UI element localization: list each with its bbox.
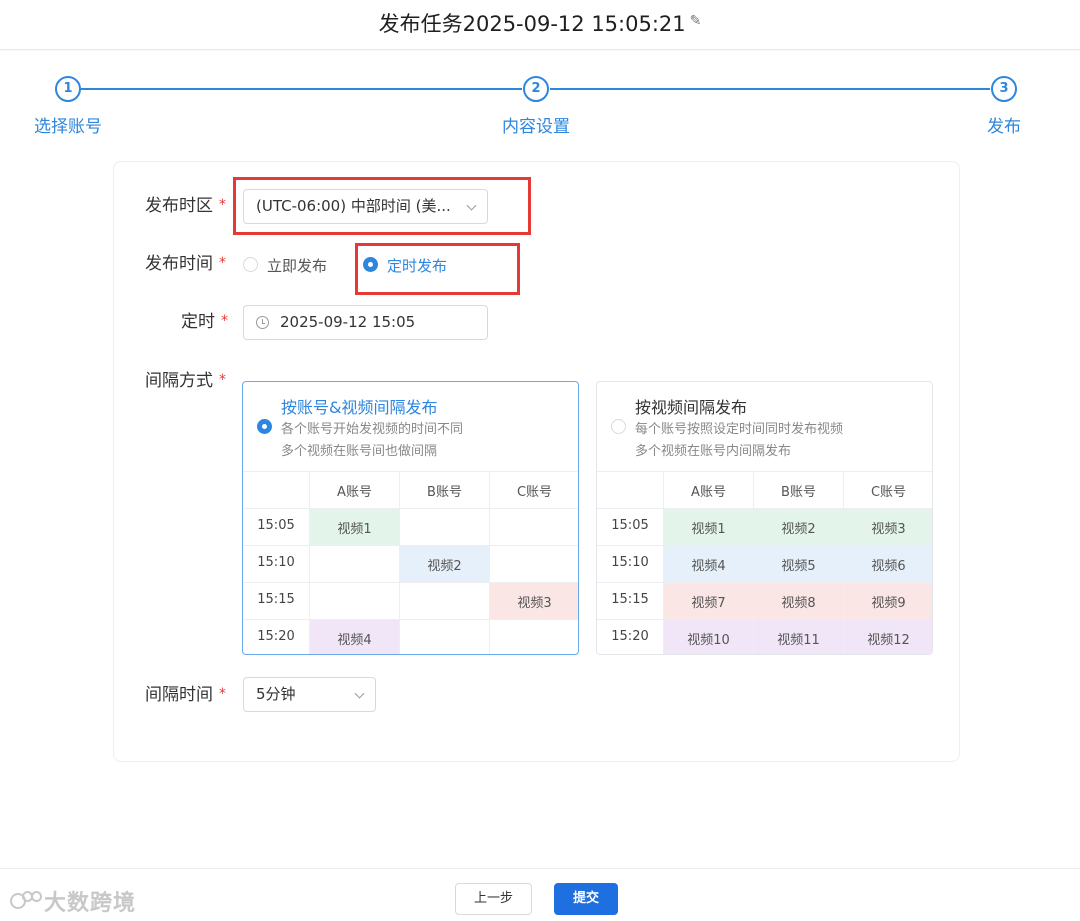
option-title: 按视频间隔发布 (635, 398, 748, 417)
table-row: 15:10 视频2 (243, 545, 578, 583)
watermark: 大数跨境 (10, 885, 136, 917)
interval-time-label: 间隔时间 * (145, 685, 226, 705)
option-desc: 每个账号按照设定时间同时发布视频 (635, 422, 844, 437)
radio-immediate-label[interactable]: 立即发布 (267, 255, 327, 276)
step-indicator: 1 2 3 选择账号 内容设置 发布 (0, 74, 1080, 144)
table-row: 15:05 视频1 (243, 508, 578, 546)
table-row: 15:20 视频10 视频11 视频12 (597, 619, 932, 654)
schedule-label: 定时 * (181, 312, 228, 332)
option-desc: 多个视频在账号内间隔发布 (635, 444, 792, 459)
watermark-logo-icon (10, 891, 44, 913)
table-row: 15:20 视频4 (243, 619, 578, 654)
step-2-label: 内容设置 (502, 117, 570, 137)
interval-time-select[interactable]: 5分钟 (243, 677, 376, 712)
interval-option-video[interactable]: 按视频间隔发布 每个账号按照设定时间同时发布视频 多个视频在账号内间隔发布 A账… (596, 381, 933, 655)
highlight-box-scheduled (355, 243, 520, 295)
table-row: 15:15 视频3 (243, 582, 578, 620)
step-3-label: 发布 (987, 117, 1021, 137)
option-radio[interactable] (611, 419, 626, 434)
step-1-circle: 1 (55, 76, 81, 102)
option-desc: 多个视频在账号间也做间隔 (281, 444, 438, 459)
option-title: 按账号&视频间隔发布 (281, 398, 438, 417)
schedule-example-table: A账号 B账号 C账号 15:05 视频1 视频2 视频3 15:10 视频4 … (597, 471, 932, 654)
publish-time-label: 发布时间 * (145, 254, 226, 274)
table-row: 15:05 视频1 视频2 视频3 (597, 508, 932, 546)
table-header-row: A账号 B账号 C账号 (243, 471, 578, 509)
schedule-example-table: A账号 B账号 C账号 15:05 视频1 15:10 视频2 15:15 视频… (243, 471, 578, 654)
footer-bar: 上一步 提交 (0, 868, 1080, 921)
step-1-label: 选择账号 (34, 117, 102, 137)
table-row: 15:15 视频7 视频8 视频9 (597, 582, 932, 620)
timezone-label: 发布时区 * (145, 196, 226, 216)
task-title-text: 发布任务2025-09-12 15:05:21 (378, 12, 686, 36)
interval-option-account-video[interactable]: 按账号&视频间隔发布 各个账号开始发视频的时间不同 多个视频在账号间也做间隔 A… (242, 381, 579, 655)
page-title: 发布任务2025-09-12 15:05:21 ✎ (0, 8, 1080, 38)
step-connector (81, 88, 522, 90)
table-row: 15:10 视频4 视频5 视频6 (597, 545, 932, 583)
schedule-value: 2025-09-12 15:05 (280, 313, 416, 331)
page-header: 发布任务2025-09-12 15:05:21 ✎ (0, 0, 1080, 50)
interval-time-value: 5分钟 (256, 685, 296, 703)
step-connector (550, 88, 990, 90)
highlight-box-timezone (233, 177, 531, 235)
clock-icon (256, 316, 269, 329)
submit-button[interactable]: 提交 (554, 883, 618, 915)
radio-immediate[interactable] (243, 257, 258, 272)
step-3-circle: 3 (991, 76, 1017, 102)
option-desc: 各个账号开始发视频的时间不同 (281, 422, 464, 437)
pencil-icon[interactable]: ✎ (690, 13, 702, 29)
table-header-row: A账号 B账号 C账号 (597, 471, 932, 509)
schedule-datetime-picker[interactable]: 2025-09-12 15:05 (243, 305, 488, 340)
prev-step-button[interactable]: 上一步 (455, 883, 532, 915)
option-radio[interactable] (257, 419, 272, 434)
step-2-circle: 2 (523, 76, 549, 102)
interval-mode-label: 间隔方式 * (145, 371, 226, 391)
chevron-down-icon (354, 688, 365, 699)
